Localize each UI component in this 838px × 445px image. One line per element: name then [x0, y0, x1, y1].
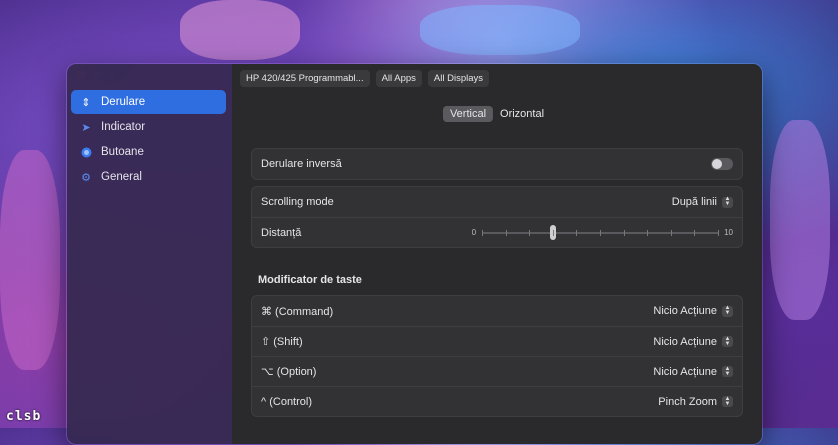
sidebar-item-label: General [101, 171, 142, 183]
scrolling-mode-value: După linii [671, 196, 717, 208]
slider-tick [670, 229, 672, 236]
chevron-updown-icon: ▲ ▼ [722, 366, 733, 377]
apps-selector[interactable]: All Apps [375, 69, 422, 87]
scrolling-mode-popup[interactable]: După linii ▲ ▼ [672, 196, 733, 208]
modifier-action-popup[interactable]: Nicio Acțiune ▲ ▼ [653, 336, 733, 348]
distance-row: Distanță 0 10 [252, 217, 742, 247]
modifier-row-option: ⌥ (Option) Nicio Acțiune ▲ ▼ [252, 356, 742, 386]
main-panel: HP 420/425 Programmabl... All Apps All D… [232, 64, 762, 444]
tab-vertical[interactable]: Vertical [442, 106, 494, 122]
modifier-section-title: Modificator de taste [258, 274, 362, 286]
slider-tick [718, 229, 720, 236]
slider-tick [529, 229, 531, 236]
reverse-scroll-row: Derulare inversă [252, 149, 742, 179]
slider-min-label: 0 [471, 228, 477, 237]
watermark: clsb [6, 409, 42, 424]
modifier-action-value: Nicio Acțiune [653, 365, 717, 378]
slider-max-label: 10 [724, 228, 733, 237]
displays-selector[interactable]: All Displays [427, 69, 490, 87]
scrolling-mode-row: Scrolling mode După linii ▲ ▼ [252, 187, 742, 217]
tab-orizontal[interactable]: Orizontal [493, 106, 551, 122]
sidebar-item-general[interactable]: ⚙ General [71, 165, 226, 189]
distance-slider[interactable] [482, 224, 720, 240]
modifier-key-label: ⌘ (Command) [261, 305, 334, 318]
gear-icon: ⚙ [81, 171, 91, 184]
button-circle-icon [79, 147, 93, 158]
preferences-window: ⇕ Derulare ➤ Indicator Butoane ⚙ General… [66, 63, 763, 445]
modifier-key-label: ⇧ (Shift) [261, 336, 303, 348]
modifier-action-popup[interactable]: Nicio Acțiune ▲ ▼ [653, 305, 733, 317]
sidebar-item-butoane[interactable]: Butoane [71, 140, 226, 164]
orientation-segmented-control: Vertical Orizontal [442, 106, 551, 122]
scrolling-mode-label: Scrolling mode [261, 196, 334, 208]
slider-tick [623, 229, 625, 236]
slider-tick [647, 229, 649, 236]
distance-slider-wrap: 0 10 [471, 224, 733, 240]
reverse-scroll-group: Derulare inversă [251, 148, 743, 180]
slider-tick [505, 229, 507, 236]
slider-tick [552, 229, 554, 236]
chevron-updown-icon: ▲ ▼ [722, 336, 733, 347]
modifier-key-label: ^ (Control) [261, 395, 313, 408]
reverse-scroll-toggle[interactable] [711, 158, 733, 170]
wallpaper-streak [770, 120, 830, 320]
scrolling-group: Scrolling mode După linii ▲ ▼ Distanță 0 … [251, 186, 743, 248]
device-selector[interactable]: HP 420/425 Programmabl... [240, 69, 370, 87]
wallpaper-streak [0, 150, 60, 370]
modifier-row-shift: ⇧ (Shift) Nicio Acțiune ▲ ▼ [252, 326, 742, 356]
slider-tick [576, 229, 578, 236]
wallpaper-streak [180, 0, 300, 60]
modifier-row-control: ^ (Control) Pinch Zoom ▲ ▼ [252, 386, 742, 416]
chevron-updown-icon: ▲ ▼ [722, 196, 733, 208]
scroll-arrows-icon: ⇕ [81, 96, 91, 109]
slider-tick [694, 229, 696, 236]
sidebar-item-label: Indicator [101, 121, 146, 133]
reverse-scroll-label: Derulare inversă [261, 158, 342, 170]
scope-bar: HP 420/425 Programmabl... All Apps All D… [232, 64, 762, 90]
modifier-action-popup[interactable]: Nicio Acțiune ▲ ▼ [653, 366, 733, 378]
modifier-key-label: ⌥ (Option) [261, 366, 317, 378]
modifier-action-value: Nicio Acțiune [653, 335, 717, 348]
sidebar-item-indicator[interactable]: ➤ Indicator [71, 115, 226, 139]
chevron-updown-icon: ▲ ▼ [722, 305, 733, 317]
distance-label: Distanță [261, 226, 302, 239]
chevron-updown-icon: ▲ ▼ [722, 396, 733, 407]
modifier-row-command: ⌘ (Command) Nicio Acțiune ▲ ▼ [252, 296, 742, 326]
slider-tick [600, 229, 602, 236]
sidebar-item-label: Butoane [101, 146, 144, 158]
sidebar: ⇕ Derulare ➤ Indicator Butoane ⚙ General [67, 64, 232, 444]
slider-tick [482, 229, 484, 236]
modifier-action-value: Pinch Zoom [658, 395, 717, 408]
modifier-action-popup[interactable]: Pinch Zoom ▲ ▼ [658, 396, 733, 408]
sidebar-item-label: Derulare [101, 96, 146, 108]
modifier-group: ⌘ (Command) Nicio Acțiune ▲ ▼ ⇧ (Shift) N… [251, 295, 743, 417]
pointer-icon: ➤ [81, 121, 91, 134]
wallpaper-streak [420, 5, 580, 55]
sidebar-item-derulare[interactable]: ⇕ Derulare [71, 90, 226, 114]
modifier-action-value: Nicio Acțiune [653, 305, 717, 317]
